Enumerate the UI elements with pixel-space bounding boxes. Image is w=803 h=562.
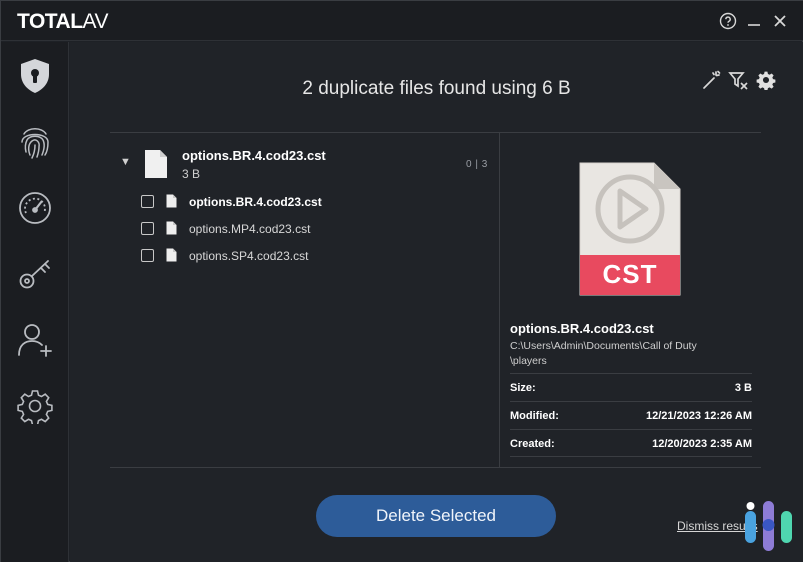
file-name: options.BR.4.cod23.cst xyxy=(189,195,322,209)
group-file-size: 3 B xyxy=(182,167,201,181)
detail-value: 12/20/2023 2:35 AM xyxy=(652,438,752,450)
file-checkbox[interactable] xyxy=(141,222,154,235)
close-icon[interactable] xyxy=(770,11,790,31)
detail-label: Size: xyxy=(510,382,536,394)
add-user-icon[interactable] xyxy=(15,320,55,360)
magic-wand-icon[interactable] xyxy=(700,69,722,91)
detail-row-modified: Modified: 12/21/2023 12:26 AM xyxy=(510,401,752,429)
detail-value: 3 B xyxy=(734,382,752,394)
app-window: TOTALAV 2 duplicate files found using 6 … xyxy=(0,0,803,562)
detail-value: 12/21/2023 12:26 AM xyxy=(646,410,752,422)
fingerprint-icon[interactable] xyxy=(15,122,55,162)
file-checkbox[interactable] xyxy=(141,249,154,262)
detail-file-name: options.BR.4.cod23.cst xyxy=(510,321,654,336)
file-preview: CST xyxy=(578,161,682,297)
logo-light: AV xyxy=(82,10,109,33)
detail-label: Created: xyxy=(510,438,555,450)
speedometer-icon[interactable] xyxy=(15,188,55,228)
file-icon xyxy=(166,221,177,240)
logo-bold: TOTAL xyxy=(17,10,83,33)
file-row[interactable]: options.BR.4.cod23.cst xyxy=(141,192,481,212)
file-name: options.MP4.cod23.cst xyxy=(189,222,311,236)
file-icon xyxy=(144,149,168,184)
file-icon xyxy=(166,248,177,267)
detail-file-path: C:\Users\Admin\Documents\Call of Duty \p… xyxy=(510,339,730,369)
detail-label: Modified: xyxy=(510,410,559,422)
file-type-label: CST xyxy=(602,259,658,289)
detail-row-size: Size: 3 B xyxy=(510,373,752,401)
group-file-name: options.BR.4.cod23.cst xyxy=(182,148,326,163)
title-bar: TOTALAV xyxy=(1,1,803,41)
gear-icon[interactable] xyxy=(15,386,55,426)
path-line: \players xyxy=(510,355,547,367)
file-row[interactable]: options.MP4.cod23.cst xyxy=(141,219,481,239)
key-icon[interactable] xyxy=(15,254,55,294)
app-logo: TOTALAV xyxy=(17,10,109,34)
file-row[interactable]: options.SP4.cod23.cst xyxy=(141,246,481,266)
watermark-logo-icon xyxy=(741,497,797,555)
file-name: options.SP4.cod23.cst xyxy=(189,249,309,263)
collapse-arrow-icon[interactable]: ▼ xyxy=(120,156,131,168)
results-headline: 2 duplicate files found using 6 B xyxy=(302,78,571,99)
path-line: C:\Users\Admin\Documents\Call of Duty xyxy=(510,340,697,352)
file-checkbox[interactable] xyxy=(141,195,154,208)
shield-icon[interactable] xyxy=(15,56,55,96)
selected-count: 0 | 3 xyxy=(466,159,488,170)
minimize-icon[interactable] xyxy=(744,11,764,31)
sidebar xyxy=(1,42,69,562)
results-panel: ▼ options.BR.4.cod23.cst 3 B 0 | 3 optio… xyxy=(110,132,761,468)
gear-icon[interactable] xyxy=(755,69,777,91)
file-icon xyxy=(166,194,177,213)
main-content: 2 duplicate files found using 6 B ▼ opti… xyxy=(70,42,803,562)
delete-selected-button[interactable]: Delete Selected xyxy=(316,495,556,537)
help-icon[interactable] xyxy=(718,11,738,31)
detail-row-created: Created: 12/20/2023 2:35 AM xyxy=(510,429,752,457)
filter-icon[interactable] xyxy=(727,69,749,91)
panel-divider xyxy=(499,133,500,468)
